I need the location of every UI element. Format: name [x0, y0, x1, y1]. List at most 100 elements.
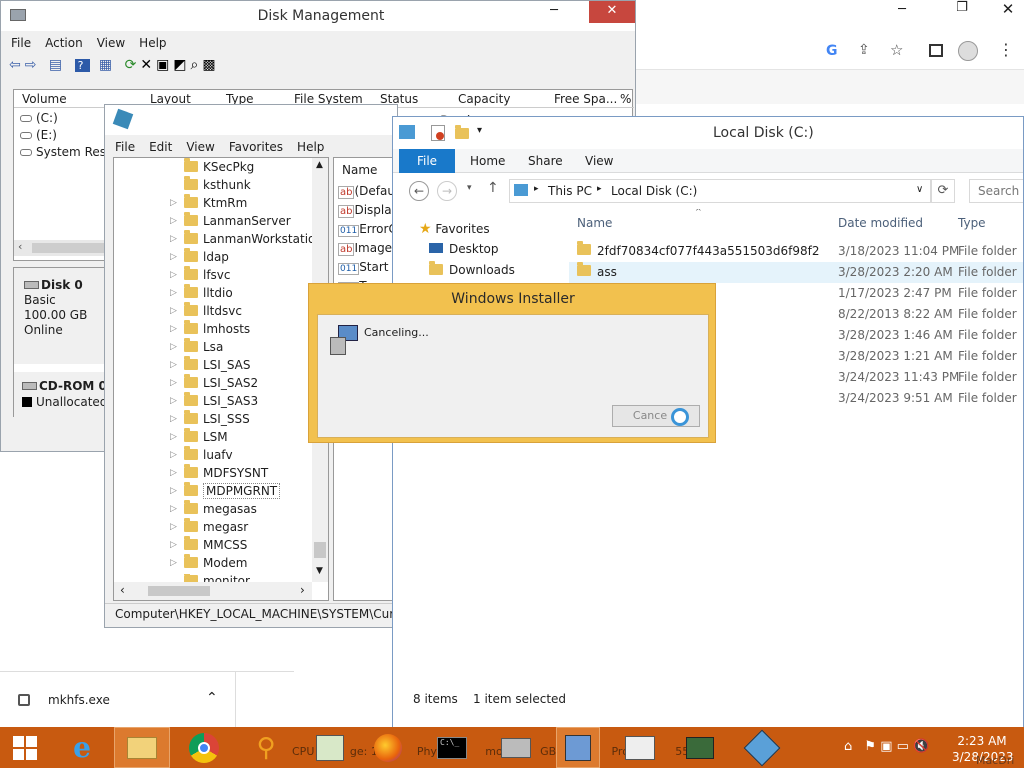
tree-node[interactable]: ▷ lfsvc	[170, 266, 231, 286]
side-panel-icon[interactable]	[929, 44, 943, 57]
col-percent[interactable]: %	[620, 92, 631, 106]
menu-help[interactable]: Help	[297, 140, 324, 154]
values-header[interactable]: Name	[342, 163, 377, 177]
menu-file[interactable]: File	[11, 36, 31, 50]
search-icon[interactable]: ⌕	[191, 57, 203, 73]
list-icon[interactable]: ▩	[202, 57, 219, 73]
minimize-button[interactable]: ─	[892, 2, 912, 17]
tree-node[interactable]: ▷ KtmRm	[170, 194, 247, 214]
tree-node[interactable]: ▷ LSI_SAS3	[170, 392, 258, 412]
firefox-icon[interactable]	[366, 727, 410, 768]
scroll-thumb[interactable]	[148, 586, 210, 596]
tray-overflow-icon[interactable]: ⌂	[844, 739, 852, 754]
chevron-up-icon[interactable]: ⌃	[206, 690, 218, 706]
tree-node[interactable]: ▷ ldap	[170, 248, 229, 268]
nav-downloads[interactable]: Downloads	[429, 261, 515, 277]
download-item[interactable]: mkhfs.exe ⌃	[0, 672, 236, 728]
task-manager-icon[interactable]	[310, 727, 350, 768]
menu-help[interactable]: Help	[139, 36, 166, 50]
recent-locations-icon[interactable]: ▾	[467, 183, 472, 193]
nav-favorites[interactable]: ★ Favorites	[419, 221, 490, 237]
tree-node[interactable]: ▷ megasr	[170, 518, 248, 538]
file-row[interactable]: 2fdf70834cf077f443a551503d6f98f2 3/18/202…	[569, 241, 1023, 262]
tab-share[interactable]: Share	[528, 154, 563, 168]
action-center-flag-icon[interactable]: ⚑	[864, 739, 876, 754]
search-box[interactable]: Search Lo	[969, 179, 1023, 203]
column-header-type[interactable]: Type	[958, 216, 986, 230]
tab-view[interactable]: View	[585, 154, 613, 168]
tree-node-selected[interactable]: ▷ MDPMGRNT	[170, 482, 281, 502]
open-icon[interactable]: ◩	[173, 57, 190, 73]
value-row[interactable]: ab (Defau	[338, 184, 394, 199]
volume-row[interactable]: (E:)	[20, 128, 57, 142]
scroll-up-icon[interactable]: ▲	[316, 160, 323, 170]
tab-file[interactable]: File	[399, 149, 455, 173]
breadcrumb-local-disk[interactable]: Local Disk (C:)	[611, 184, 697, 198]
settings-icon[interactable]: ▣	[156, 57, 173, 73]
up-button[interactable]: ↑	[487, 180, 499, 196]
close-icon[interactable]: ✕	[998, 0, 1018, 18]
start-button[interactable]	[0, 727, 50, 768]
windows-installer-taskbar-icon[interactable]	[556, 727, 600, 768]
tree-node[interactable]: ksthunk	[184, 176, 251, 196]
more-menu-icon[interactable]: ⋮	[998, 40, 1014, 59]
col-volume[interactable]: Volume	[22, 92, 67, 106]
col-free-space[interactable]: Free Spa...	[554, 92, 617, 106]
display-icon[interactable]: ▭	[897, 739, 909, 754]
horizontal-scrollbar[interactable]: ‹	[14, 240, 106, 256]
minimize-button[interactable]: ─	[531, 1, 577, 23]
tree-node[interactable]: ▷ LSI_SAS	[170, 356, 251, 376]
menu-view[interactable]: View	[186, 140, 214, 154]
tree-node[interactable]: ▷ LanmanServer	[170, 212, 291, 232]
chrome-icon[interactable]	[176, 727, 232, 768]
address-bar[interactable]: ▸ This PC ▸ Local Disk (C:) ∨	[509, 179, 931, 203]
column-header-date[interactable]: Date modified	[838, 216, 923, 230]
address-dropdown-icon[interactable]: ∨	[916, 184, 923, 195]
tree-node[interactable]: ▷ lmhosts	[170, 320, 250, 340]
refresh-icon[interactable]: ⟳	[125, 57, 141, 73]
back-icon[interactable]: ⇦	[9, 57, 25, 73]
properties-icon[interactable]	[431, 125, 445, 141]
breadcrumb-this-pc[interactable]: This PC	[548, 184, 592, 198]
volume-muted-icon[interactable]: 🔇	[913, 739, 929, 754]
tree-node[interactable]: ▷monitor	[184, 574, 250, 582]
forward-button[interactable]: →	[437, 181, 457, 201]
menu-view[interactable]: View	[97, 36, 125, 50]
tree-node[interactable]: ▷ lltdio	[170, 284, 233, 304]
virtualbox-icon[interactable]	[740, 727, 784, 768]
nav-desktop[interactable]: Desktop	[429, 242, 499, 256]
delete-icon[interactable]: ✕	[140, 57, 156, 73]
menu-edit[interactable]: Edit	[149, 140, 172, 154]
google-icon[interactable]: G	[826, 43, 838, 59]
scroll-thumb[interactable]	[314, 542, 326, 558]
help-icon[interactable]: ?	[74, 59, 91, 72]
tree-node[interactable]: ▷ LSI_SAS2	[170, 374, 258, 394]
back-button[interactable]: ←	[409, 181, 429, 201]
command-prompt-icon[interactable]: C:\_	[430, 727, 474, 768]
file-row-selected[interactable]: ass 3/28/2023 2:20 AM File folder	[569, 262, 1023, 283]
cdrom-info[interactable]: CD-ROM 0 Unallocated	[14, 372, 108, 418]
menu-action[interactable]: Action	[45, 36, 83, 50]
bookmark-star-icon[interactable]: ☆	[890, 41, 903, 59]
tree-horizontal-scrollbar[interactable]: ‹ ›	[114, 582, 312, 600]
col-capacity[interactable]: Capacity	[458, 92, 510, 106]
tree-node[interactable]: ▷ Modem	[170, 554, 247, 574]
properties-icon[interactable]: ▦	[99, 57, 116, 73]
new-folder-icon[interactable]	[455, 125, 469, 141]
tree-node[interactable]: ▷ LanmanWorkstation	[170, 230, 323, 250]
tree-node[interactable]: ▷ LSI_SSS	[170, 410, 250, 430]
close-button[interactable]: ✕	[589, 1, 635, 23]
cancel-button[interactable]: Cance	[612, 405, 700, 427]
tree-node[interactable]: ▷ LSM	[170, 428, 228, 448]
forward-icon[interactable]: ⇨	[25, 57, 41, 73]
menu-favorites[interactable]: Favorites	[229, 140, 283, 154]
file-explorer-taskbar-icon[interactable]	[114, 727, 170, 768]
restore-button[interactable]: ❐	[952, 0, 972, 15]
tree-node[interactable]: ▷ Lsa	[170, 338, 223, 358]
performance-monitor-icon[interactable]	[618, 727, 662, 768]
tab-home[interactable]: Home	[470, 154, 505, 168]
monitor-icon[interactable]	[678, 727, 722, 768]
tree-node[interactable]: ▷ lltdsvc	[170, 302, 242, 322]
tree-node[interactable]: ▷ MMCSS	[170, 536, 247, 556]
menu-file[interactable]: File	[115, 140, 135, 154]
